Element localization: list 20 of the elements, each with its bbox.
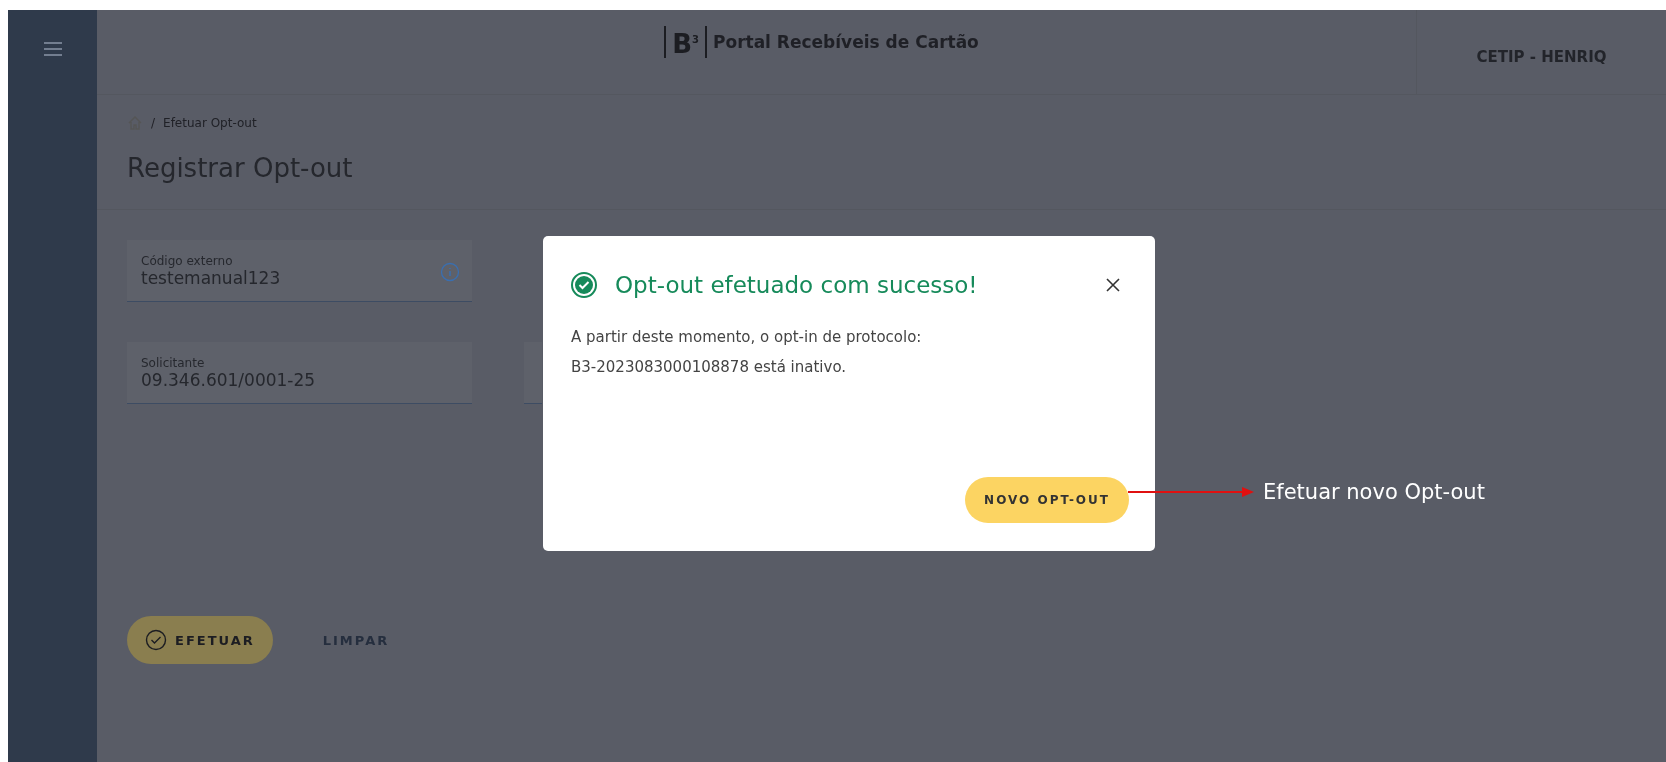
input-field[interactable]: Código externo testemanual123 [127, 240, 472, 302]
check-circle-icon [145, 629, 167, 651]
submit-button[interactable]: EFETUAR [127, 616, 273, 664]
new-opt-out-button[interactable]: NOVO OPT-OUT [965, 477, 1129, 523]
breadcrumb-separator: / [151, 116, 156, 130]
user-name[interactable]: CETIP - HENRIQ [1416, 10, 1666, 94]
dialog-message: B3-2023083000108878 está inativo. [571, 358, 848, 376]
input-field[interactable]: Solicitante 09.346.601/0001-25 [127, 342, 472, 404]
page-title: Registrar Opt-out [127, 153, 354, 183]
annotation-text: Efetuar novo Opt-out [1263, 480, 1485, 504]
dialog-title: Opt-out efetuado com sucesso! [615, 272, 979, 298]
check-circle-icon [571, 272, 597, 298]
input-field-edge[interactable] [524, 342, 542, 404]
dialog-message: A partir deste momento, o opt-in de protocolo: [571, 328, 923, 346]
info-icon[interactable] [440, 262, 460, 282]
menu-icon[interactable] [42, 42, 63, 56]
app-title: Portal Recebíveis de Cartão [713, 32, 979, 52]
breadcrumb-item[interactable]: Efetuar Opt-out [163, 116, 257, 130]
logo-mark: B$^{3}$ [664, 26, 707, 58]
close-icon[interactable] [1105, 277, 1121, 293]
